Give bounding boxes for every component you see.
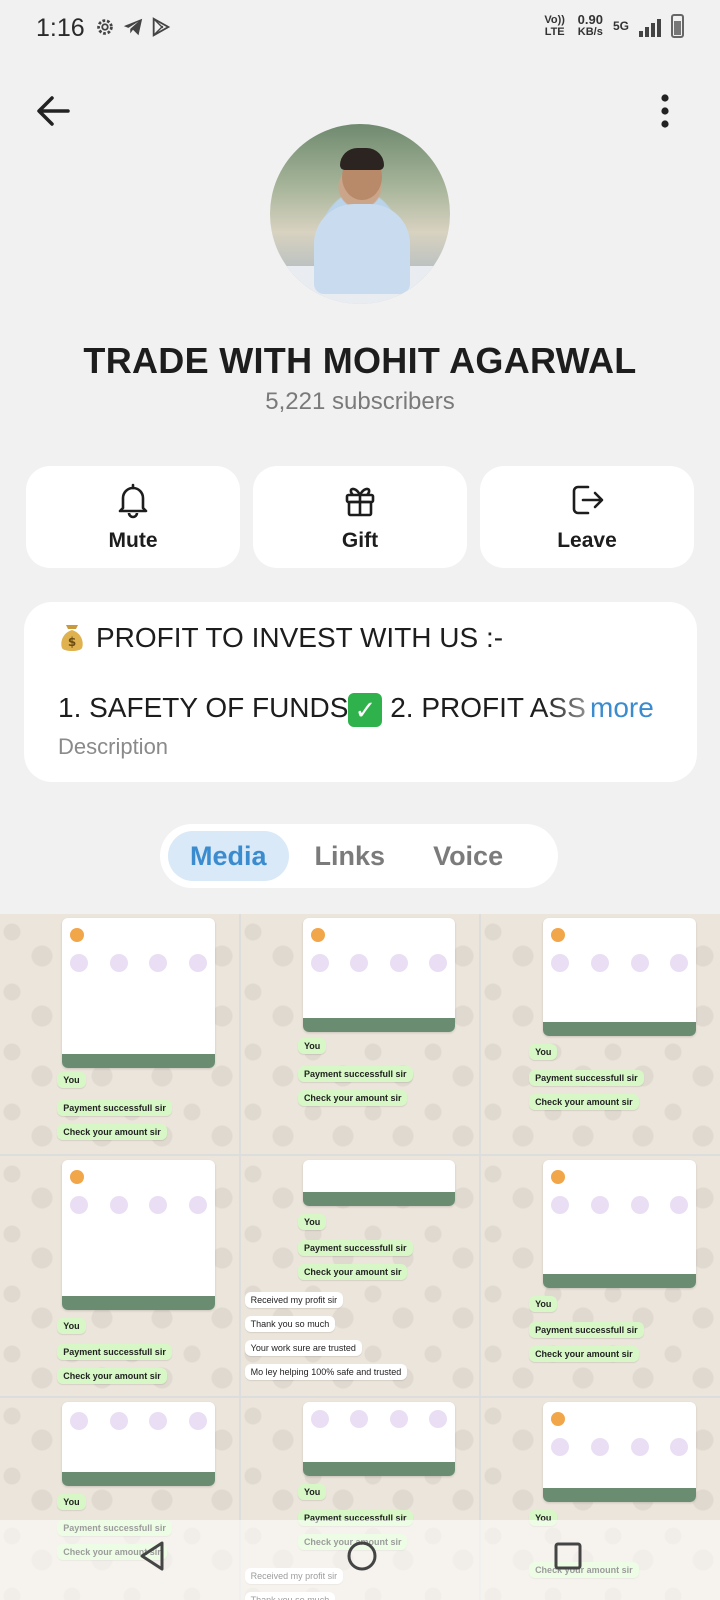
mute-label: Mute bbox=[108, 529, 158, 552]
description-line-2: 1. SAFETY OF FUNDS ✓ 2. PROFIT ASS bbox=[58, 692, 628, 727]
media-thumbnail[interactable]: You Payment successfull sir Check your a… bbox=[0, 1156, 239, 1396]
bubble-payment: Payment successfull sir bbox=[297, 1066, 413, 1082]
telegram-icon bbox=[123, 18, 143, 36]
bubble-photo: You bbox=[57, 1318, 86, 1334]
network-speed-value: 0.90 bbox=[577, 12, 603, 27]
bubble-photo: You bbox=[57, 1494, 86, 1510]
bubble-check: Check your amount sir bbox=[297, 1090, 408, 1106]
media-thumbnail[interactable]: You Payment successfull sir Check your a… bbox=[481, 914, 720, 1154]
more-vertical-icon[interactable] bbox=[640, 86, 690, 136]
media-thumbnail[interactable]: You Payment successfull sir Check your a… bbox=[0, 914, 239, 1154]
check-mark-icon: ✓ bbox=[348, 692, 383, 727]
message-helping: Mo ley helping 100% safe and trusted bbox=[244, 1364, 408, 1380]
signal-icon bbox=[639, 15, 661, 37]
description-line-2a: 1. SAFETY OF FUNDS bbox=[58, 692, 349, 723]
channel-avatar[interactable] bbox=[270, 124, 450, 304]
play-store-icon bbox=[152, 17, 171, 37]
mute-button[interactable]: Mute bbox=[26, 466, 240, 568]
message-received: Received my profit sir bbox=[244, 1292, 344, 1308]
bubble-check: Check your amount sir bbox=[297, 1264, 408, 1280]
settings-icon bbox=[97, 19, 113, 35]
volte-indicator: Vo)) LTE bbox=[544, 14, 565, 38]
bubble-photo: You bbox=[297, 1484, 327, 1500]
bubble-photo: You bbox=[57, 1072, 86, 1088]
subscriber-count: 5,221 subscribers bbox=[265, 388, 455, 415]
bubble-check: Check your amount sir bbox=[529, 1094, 639, 1110]
bubble-check: Check your amount sir bbox=[529, 1346, 639, 1362]
leave-icon bbox=[572, 485, 604, 515]
svg-text:$: $ bbox=[68, 635, 76, 649]
battery-icon bbox=[671, 14, 684, 38]
gift-label: Gift bbox=[341, 529, 379, 552]
description-line-1: $ PROFIT TO INVEST WITH US :- bbox=[58, 622, 503, 654]
nav-recent-apps-icon[interactable] bbox=[552, 1540, 584, 1572]
bell-icon bbox=[118, 483, 148, 519]
bubble-payment: Payment successfull sir bbox=[57, 1100, 172, 1116]
media-thumbnail[interactable]: You Payment successfull sir Check your a… bbox=[240, 914, 480, 1154]
status-notification-icons bbox=[94, 16, 172, 38]
gift-button[interactable]: Gift bbox=[253, 466, 467, 568]
leave-label: Leave bbox=[557, 529, 617, 552]
system-navigation-bar bbox=[0, 1520, 720, 1600]
status-bar: 1:16 Vo)) LTE 0.90 KB/s 5G bbox=[0, 0, 720, 58]
description-more-link[interactable]: more bbox=[590, 692, 654, 724]
bubble-photo: You bbox=[529, 1296, 558, 1312]
tab-links[interactable]: Links bbox=[293, 831, 408, 881]
gift-icon bbox=[345, 487, 375, 517]
network-type-label: 5G bbox=[612, 19, 629, 33]
description-line-1-text: PROFIT TO INVEST WITH US :- bbox=[96, 622, 504, 653]
nav-home-icon[interactable] bbox=[344, 1538, 380, 1574]
channel-title: TRADE WITH MOHIT AGARWAL bbox=[83, 340, 637, 381]
status-time: 1:16 bbox=[36, 14, 85, 42]
bubble-check: Check your amount sir bbox=[57, 1124, 167, 1140]
bubble-payment: Payment successfull sir bbox=[529, 1070, 644, 1086]
message-thanks: Thank you so much bbox=[244, 1316, 336, 1332]
bubble-payment: Payment successfull sir bbox=[529, 1322, 644, 1338]
leave-button[interactable]: Leave bbox=[480, 466, 694, 568]
bubble-photo: You bbox=[297, 1038, 327, 1054]
nav-back-icon[interactable] bbox=[134, 1538, 170, 1574]
description-label: Description bbox=[58, 734, 169, 759]
media-tabs: Media Links Voice bbox=[160, 824, 558, 888]
message-trusted: Your work sure are trusted bbox=[244, 1340, 362, 1356]
network-speed: 0.90 KB/s bbox=[577, 12, 603, 38]
network-type: 5G bbox=[613, 20, 629, 32]
media-thumbnail[interactable]: You Payment successfull sir Check your a… bbox=[240, 1156, 480, 1396]
media-grid: You Payment successfull sir Check your a… bbox=[0, 914, 720, 1600]
media-thumbnail[interactable]: You Payment successfull sir Check your a… bbox=[481, 1156, 720, 1396]
description-card[interactable]: $ PROFIT TO INVEST WITH US :- 1. SAFETY … bbox=[24, 602, 697, 782]
bubble-payment: Payment successfull sir bbox=[297, 1240, 413, 1256]
description-line-2b: 2. PROFIT ASS bbox=[382, 692, 586, 723]
tab-voice[interactable]: Voice bbox=[411, 831, 525, 881]
status-right-group: Vo)) LTE 0.90 KB/s 5G bbox=[542, 12, 684, 38]
bubble-photo: You bbox=[529, 1044, 558, 1060]
network-speed-unit: KB/s bbox=[577, 26, 603, 38]
bubble-payment: Payment successfull sir bbox=[57, 1344, 172, 1360]
action-buttons: Mute Gift Leave bbox=[26, 466, 694, 568]
money-bag-icon: $ bbox=[61, 625, 83, 651]
back-arrow-icon[interactable] bbox=[28, 86, 78, 136]
bubble-photo: You bbox=[297, 1214, 327, 1230]
tab-media[interactable]: Media bbox=[168, 831, 289, 881]
bubble-check: Check your amount sir bbox=[57, 1368, 167, 1384]
